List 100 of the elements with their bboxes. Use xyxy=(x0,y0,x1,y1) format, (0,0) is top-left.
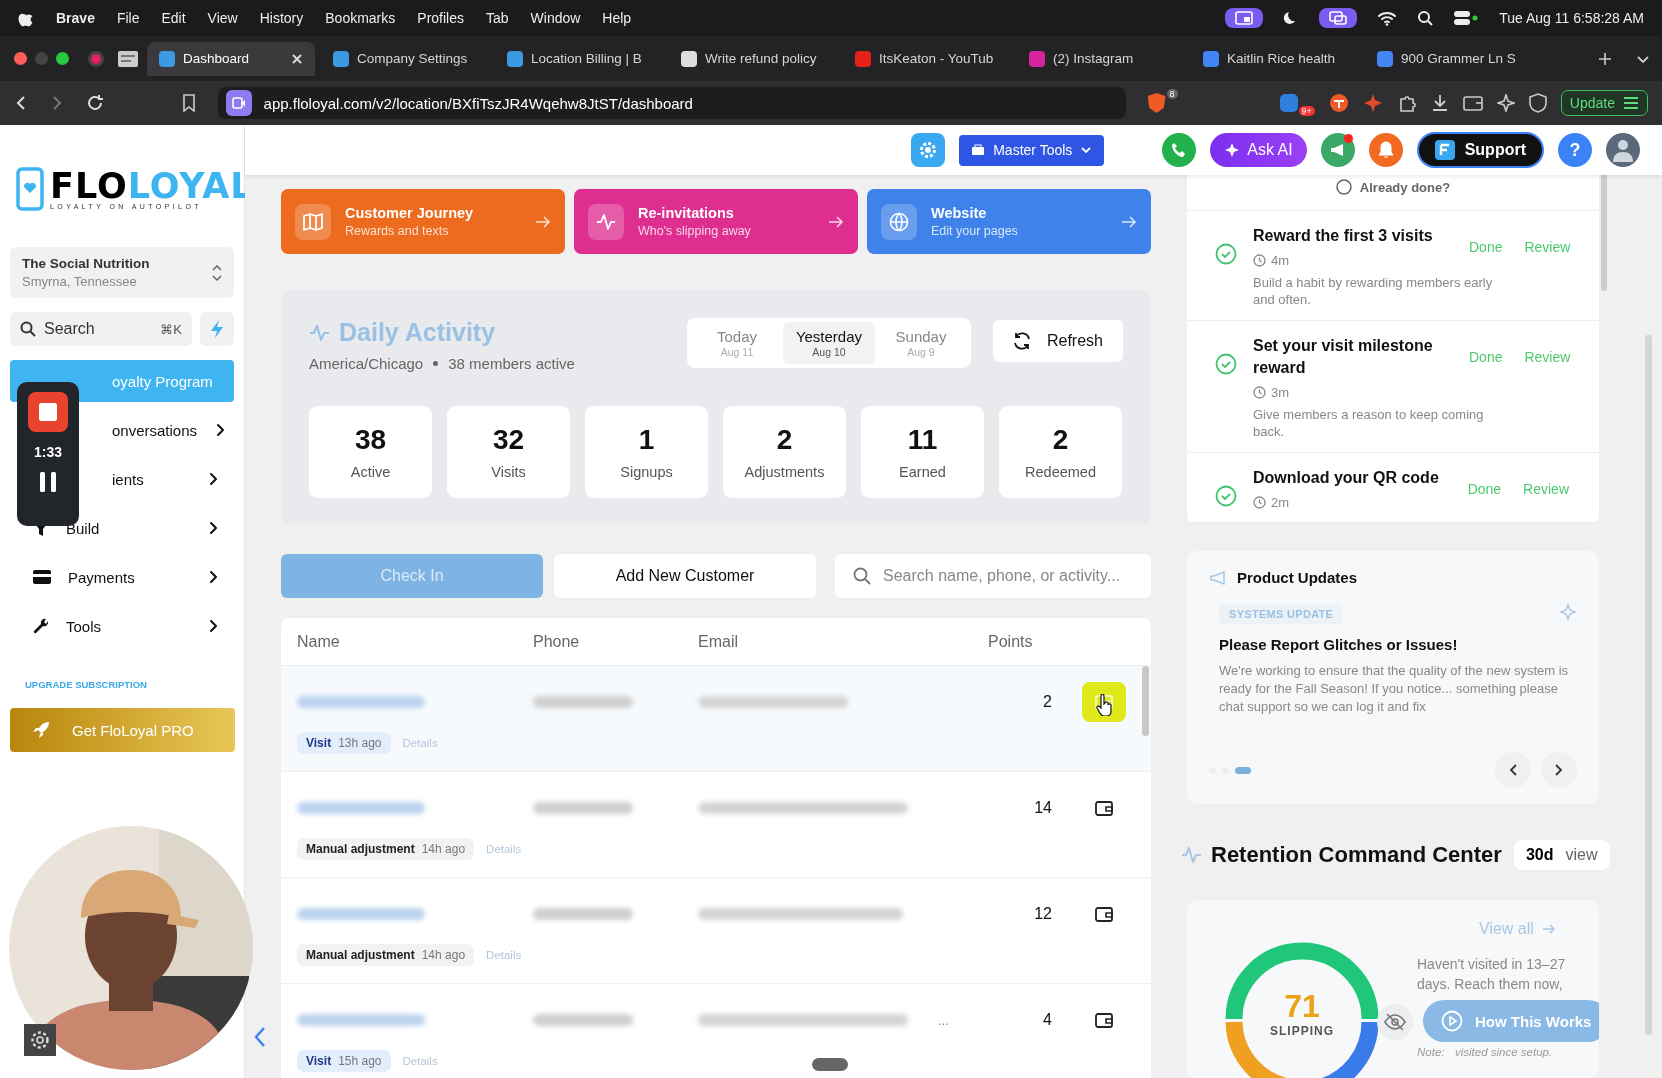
nav-item[interactable]: Tools xyxy=(10,605,234,647)
phone-logo-icon xyxy=(16,167,44,211)
column-header: Name xyxy=(297,632,341,651)
close-window-icon[interactable] xyxy=(14,52,27,65)
browser-tab[interactable]: Company Settings xyxy=(321,41,489,76)
pause-icon[interactable] xyxy=(39,472,57,492)
sparkle-icon xyxy=(1559,603,1577,621)
browser-tab[interactable]: (2) Instagram xyxy=(1017,41,1185,76)
browser-tab[interactable]: Write refund policy xyxy=(669,41,837,76)
menu-item[interactable]: File xyxy=(116,10,140,26)
stop-recording-button[interactable] xyxy=(28,392,68,432)
update-button[interactable]: Update xyxy=(1560,90,1648,116)
shield-badge: 8 xyxy=(1166,89,1178,99)
settings-button[interactable] xyxy=(24,1024,56,1056)
browser-tab[interactable]: Kaitlin Rice health xyxy=(1191,41,1359,76)
location-switcher[interactable]: The Social Nutrition Smyrna, Tennessee xyxy=(10,247,234,298)
shortcut-card[interactable]: Website Edit your pages xyxy=(867,189,1151,254)
menu-item[interactable]: Profiles xyxy=(417,10,464,26)
wallet-icon[interactable] xyxy=(1094,693,1114,711)
forward-icon[interactable] xyxy=(50,95,64,111)
stat-value: 38 xyxy=(354,424,387,456)
screen-mirroring-icon[interactable] xyxy=(1319,8,1358,28)
day-tab[interactable]: Today Aug 11 xyxy=(690,322,783,364)
menu-app-name[interactable]: Brave xyxy=(56,10,95,26)
nav-item[interactable]: ients xyxy=(10,458,234,500)
day-tab[interactable]: Yesterday Aug 10 xyxy=(782,322,875,364)
wallet-button[interactable] xyxy=(1082,682,1126,722)
tag-label: Manual adjustment xyxy=(306,842,415,856)
menu-item[interactable]: Tab xyxy=(486,10,509,26)
support-button[interactable]: Support xyxy=(1416,132,1544,168)
refresh-icon xyxy=(1012,332,1031,350)
stat-value: 1 xyxy=(638,424,655,456)
bell-icon xyxy=(1377,141,1394,159)
menu-item[interactable]: Bookmarks xyxy=(325,10,396,26)
master-tools-button[interactable]: Master Tools xyxy=(959,134,1105,166)
day-tab[interactable]: Sunday Aug 9 xyxy=(874,322,967,364)
note-text: visited since setup. xyxy=(1455,1046,1553,1058)
question-icon xyxy=(1335,179,1352,195)
screen-record-icon[interactable] xyxy=(1225,8,1264,28)
table-row[interactable]: 2 Visit 13h ago Details xyxy=(281,666,1151,772)
announcement-button[interactable] xyxy=(1320,133,1355,167)
wallet-icon[interactable] xyxy=(1462,94,1483,112)
search-field[interactable]: Search name, phone, or activity... xyxy=(835,554,1151,598)
download-icon[interactable] xyxy=(1430,94,1449,112)
menu-item[interactable]: View xyxy=(207,10,238,26)
next-button[interactable] xyxy=(1541,752,1577,788)
menu-icon xyxy=(1623,97,1639,109)
hand-cursor-icon xyxy=(1096,694,1112,716)
already-done-text[interactable]: Already done? xyxy=(1335,179,1451,195)
shield-icon[interactable] xyxy=(1528,93,1547,113)
previous-button[interactable] xyxy=(1495,752,1531,788)
menu-clock[interactable]: Tue Aug 11 6:58:28 AM xyxy=(1499,10,1644,26)
task-duration: 4m xyxy=(1271,253,1290,268)
browser-tab[interactable]: Location Billing | B xyxy=(495,41,663,76)
menu-item[interactable]: Window xyxy=(530,10,581,26)
url-field[interactable]: app.floloyal.com/v2/location/BXfiTszJR4Wqehw8JtST/dashboard xyxy=(217,87,1126,119)
browser-tab[interactable]: 900 Grammer Ln S xyxy=(1365,41,1533,76)
back-icon[interactable] xyxy=(14,95,28,111)
sparkle-icon[interactable] xyxy=(1496,94,1515,112)
task-description: Build a habit by rewarding members early and often. xyxy=(1253,274,1493,308)
search-field[interactable]: Search ⌘K xyxy=(10,312,192,346)
scrollbar-thumb[interactable] xyxy=(1645,335,1652,1035)
menu-item[interactable]: History xyxy=(259,10,304,26)
bookmark-icon[interactable] xyxy=(181,94,196,112)
extension-icon[interactable] xyxy=(1328,93,1349,113)
browser-tab[interactable]: ItsKeaton - YouTub xyxy=(843,41,1011,76)
table-row[interactable]: ... 4 Visit 15h ago Details xyxy=(281,984,1151,1078)
ask-ai-button[interactable]: Ask AI xyxy=(1210,133,1307,167)
record-icon[interactable] xyxy=(87,49,105,68)
menu-item[interactable]: Edit xyxy=(161,10,186,26)
table-row[interactable]: 12 Manual adjustment 14h ago Details xyxy=(281,878,1151,984)
menu-item[interactable]: Help xyxy=(602,10,632,26)
card-title: Product Updates xyxy=(1237,569,1357,586)
add-customer-button[interactable]: Add New Customer xyxy=(554,554,816,598)
drag-handle[interactable] xyxy=(812,1058,848,1071)
range-selector[interactable]: 30d view xyxy=(1513,840,1610,870)
phone-button[interactable] xyxy=(1162,133,1197,167)
avatar[interactable] xyxy=(1606,133,1640,167)
lightning-icon xyxy=(210,319,224,339)
shortcut-card[interactable]: Re-invitations Who's slipping away xyxy=(574,189,858,254)
plus-icon[interactable] xyxy=(1598,51,1612,66)
lion-shield-icon[interactable] xyxy=(1147,93,1166,113)
wallet-icon[interactable] xyxy=(1094,905,1114,923)
zoom-window-icon[interactable] xyxy=(56,52,69,65)
scrollbar-thumb[interactable] xyxy=(1142,666,1149,736)
wallet-icon[interactable] xyxy=(1094,1011,1114,1029)
reload-icon[interactable] xyxy=(86,94,104,112)
scrollbar-thumb[interactable] xyxy=(1601,175,1607,291)
browser-tab[interactable]: Dashboard xyxy=(147,41,315,76)
page-thumbnail-icon[interactable] xyxy=(118,50,138,67)
nav-item[interactable]: Payments xyxy=(10,556,234,598)
table-row[interactable]: 14 Manual adjustment 14h ago Details xyxy=(281,772,1151,878)
notifications-button[interactable] xyxy=(1368,133,1403,167)
help-button[interactable]: ? xyxy=(1558,133,1592,167)
refresh-button[interactable]: Refresh xyxy=(992,320,1123,362)
hide-button[interactable] xyxy=(1377,1004,1413,1040)
chevron-left-icon[interactable] xyxy=(253,1026,267,1048)
update-body: We're working to ensure that the quality of the new system is ready for the Fall Season! If you notice... something please chat support so we can log it and fix xyxy=(1219,662,1570,716)
wallet-icon[interactable] xyxy=(1094,799,1114,817)
close-icon[interactable] xyxy=(291,52,303,65)
